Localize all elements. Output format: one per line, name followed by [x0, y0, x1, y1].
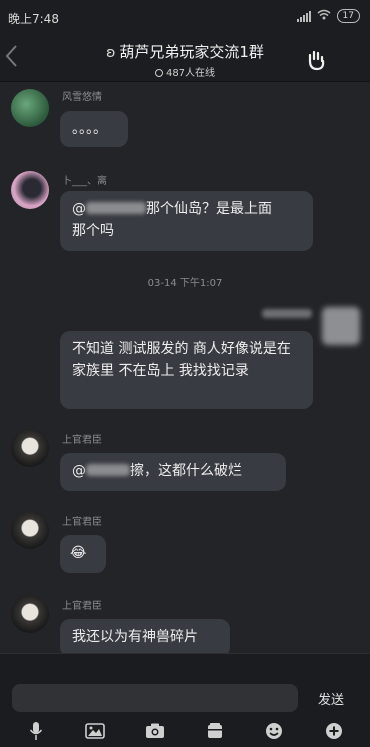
sender-name: 上官君臣	[62, 601, 102, 612]
message-item: 上官君臣 😂	[0, 505, 370, 581]
group-title-text: 葫芦兄弟玩家交流1群	[119, 43, 264, 61]
input-bar: 发送	[0, 653, 370, 747]
blurred-mention	[86, 464, 130, 476]
image-icon[interactable]	[84, 720, 106, 742]
message-text: 不知道 测试服发的 商人好像说是在家族里 不在岛上 我找找记录	[72, 341, 291, 379]
message-bubble[interactable]: @ 那个仙岛？是最上面 那个吗	[60, 191, 313, 251]
online-count: 487人在线	[60, 64, 310, 79]
input-toolbar	[0, 718, 370, 744]
online-count-text: 487人在线	[165, 68, 216, 79]
chat-header: ʚ 葫芦兄弟玩家交流1群 487人在线	[0, 36, 370, 82]
header-title-area[interactable]: ʚ 葫芦兄弟玩家交流1群 487人在线	[60, 41, 310, 79]
back-button[interactable]	[4, 44, 26, 74]
message-bubble[interactable]: 我还以为有神兽碎片	[60, 619, 230, 653]
message-text: 。。。。	[72, 121, 107, 137]
status-bar: 晚上7:48 17	[0, 0, 370, 36]
sender-name: 风雪悠情	[62, 92, 102, 103]
mention-symbol: @	[72, 463, 86, 479]
chevron-left-icon	[5, 45, 17, 67]
battery-icon: 17	[336, 9, 360, 23]
gift-icon[interactable]	[204, 720, 226, 742]
send-button[interactable]: 发送	[318, 689, 344, 708]
message-bubble[interactable]: 😂	[60, 535, 106, 573]
camera-icon[interactable]	[144, 720, 166, 742]
avatar[interactable]	[11, 595, 49, 633]
blurred-mention	[86, 202, 146, 214]
avatar[interactable]	[11, 511, 49, 549]
status-icons: 17	[296, 9, 360, 23]
chat-list[interactable]: 风雪悠情 。。。。 卜___、离 @ 那个仙岛？是最上面 那个吗 03-14 下午…	[0, 83, 370, 653]
message-line-2: 那个吗	[72, 223, 114, 239]
message-text: 我还以为有神兽碎片	[72, 629, 198, 645]
message-bubble[interactable]: 。。。。	[60, 111, 128, 147]
mic-icon[interactable]	[25, 720, 47, 742]
emoji-icon[interactable]	[263, 720, 285, 742]
group-menu-button[interactable]	[306, 49, 328, 71]
message-text: 擦，这都什么破烂	[130, 463, 242, 479]
message-bubble[interactable]: 不知道 测试服发的 商人好像说是在家族里 不在岛上 我找找记录	[60, 331, 313, 409]
sender-name: 上官君臣	[62, 517, 102, 528]
avatar[interactable]	[11, 171, 49, 209]
status-time: 晚上7:48	[8, 12, 59, 26]
sender-name: 上官君臣	[62, 435, 102, 446]
message-input[interactable]	[12, 684, 298, 712]
message-item: 风雪悠情 。。。。	[0, 83, 370, 153]
message-item: 卜___、离 @ 那个仙岛？是最上面 那个吗	[0, 167, 370, 257]
message-item-self: 不知道 测试服发的 商人好像说是在家族里 不在岛上 我找找记录	[0, 303, 370, 409]
online-icon	[154, 69, 163, 77]
avatar[interactable]	[322, 307, 360, 345]
hand-gesture-icon	[308, 50, 325, 71]
timestamp: 03-14 下午1:07	[147, 278, 223, 289]
wifi-icon	[317, 9, 331, 23]
message-item: 上官君臣 我还以为有神兽碎片	[0, 589, 370, 653]
avatar[interactable]	[11, 429, 49, 467]
mention-symbol: @	[72, 201, 86, 217]
group-title: ʚ 葫芦兄弟玩家交流1群	[60, 41, 310, 62]
sender-name: 卜___、离	[62, 176, 107, 187]
plus-icon[interactable]	[323, 720, 345, 742]
blurred-sender-name	[262, 309, 312, 318]
message-item: 上官君臣 @ 擦，这都什么破烂	[0, 423, 370, 497]
avatar[interactable]	[11, 89, 49, 127]
ear-icon: ʚ	[106, 45, 116, 61]
message-line: @ 那个仙岛？是最上面	[72, 198, 301, 220]
message-text: 那个仙岛？是最上面	[146, 201, 272, 217]
message-bubble[interactable]: @ 擦，这都什么破烂	[60, 453, 286, 491]
laughing-emoji-icon: 😂	[70, 545, 87, 561]
signal-icon	[296, 10, 311, 22]
